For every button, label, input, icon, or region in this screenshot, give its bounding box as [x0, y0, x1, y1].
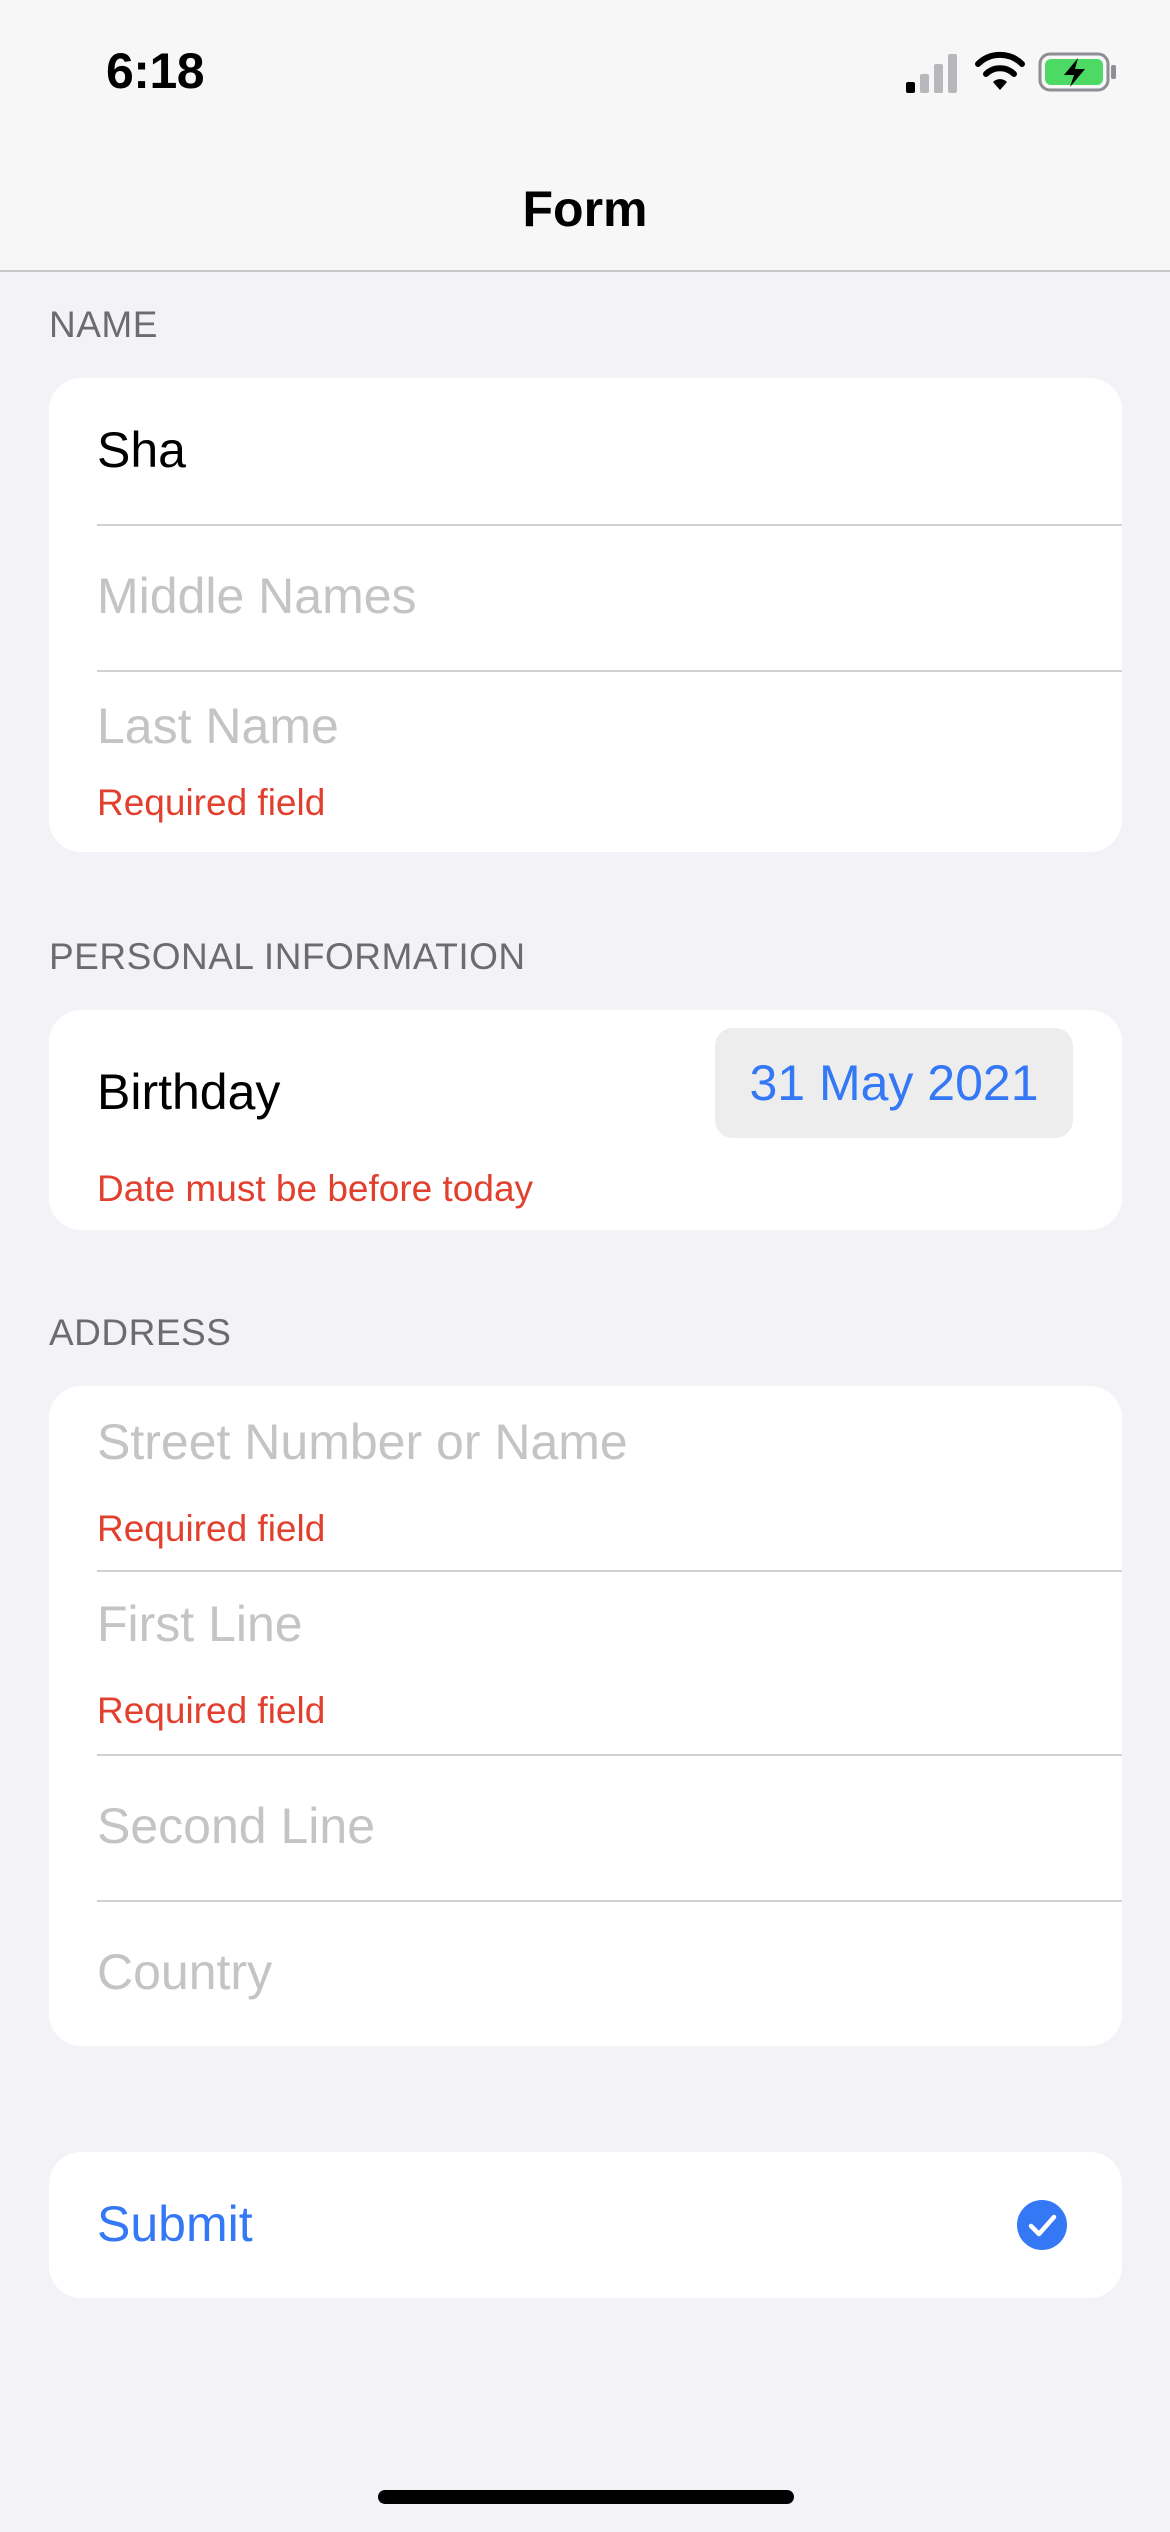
first-line-row[interactable]: First Line Required field — [49, 1570, 1122, 1754]
first-name-row[interactable]: Sha — [49, 378, 1122, 524]
country-field[interactable]: Country — [97, 1942, 272, 2002]
section-header-personal-information: PERSONAL INFORMATION — [49, 936, 526, 977]
name-card: Sha Middle Names Last Name Required fiel… — [49, 378, 1122, 852]
submit-button[interactable]: Submit — [49, 2152, 1122, 2298]
birthday-row: Birthday 31 May 2021 Date must be before… — [49, 1010, 1122, 1230]
last-name-error: Required field — [97, 782, 326, 823]
battery-charging-icon — [1038, 52, 1116, 92]
birthday-date-picker[interactable]: 31 May 2021 — [715, 1028, 1073, 1138]
birthday-label: Birthday — [97, 1064, 281, 1120]
street-row[interactable]: Street Number or Name Required field — [49, 1386, 1122, 1570]
last-name-field[interactable]: Last Name — [97, 696, 339, 756]
wifi-icon — [975, 51, 1025, 90]
first-name-field[interactable]: Sha — [97, 420, 186, 480]
checkmark-circle-icon — [1017, 2200, 1067, 2250]
section-header-address: ADDRESS — [49, 1312, 232, 1353]
street-error: Required field — [97, 1508, 326, 1549]
middle-names-row[interactable]: Middle Names — [49, 524, 1122, 670]
first-line-field[interactable]: First Line — [97, 1594, 303, 1654]
last-name-row[interactable]: Last Name Required field — [49, 670, 1122, 852]
street-field[interactable]: Street Number or Name — [97, 1412, 628, 1472]
birthday-error: Date must be before today — [97, 1168, 534, 1209]
status-time: 6:18 — [106, 43, 205, 99]
status-bar: 6:18 — [0, 0, 1170, 144]
second-line-field[interactable]: Second Line — [97, 1796, 375, 1856]
section-header-name: NAME — [49, 304, 158, 345]
submit-label: Submit — [97, 2196, 253, 2252]
personal-information-card: Birthday 31 May 2021 Date must be before… — [49, 1010, 1122, 1230]
navigation-bar: Form — [0, 144, 1170, 272]
address-card: Street Number or Name Required field Fir… — [49, 1386, 1122, 2046]
middle-names-field[interactable]: Middle Names — [97, 566, 417, 626]
country-row[interactable]: Country — [49, 1900, 1122, 2046]
page-title: Form — [522, 181, 648, 237]
cellular-signal-icon — [906, 54, 957, 93]
home-indicator[interactable] — [378, 2490, 794, 2504]
second-line-row[interactable]: Second Line — [49, 1754, 1122, 1900]
first-line-error: Required field — [97, 1690, 326, 1731]
